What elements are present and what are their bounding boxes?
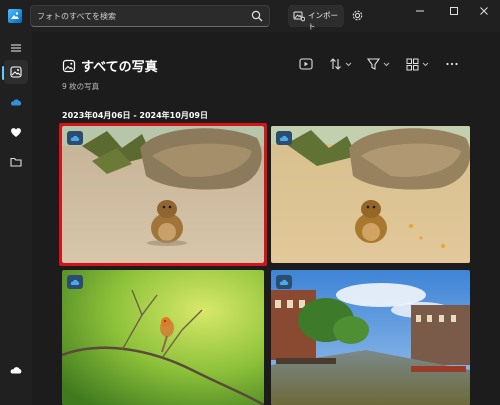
- date-range-header: 2023年04月06日 - 2024年10月09日: [62, 111, 208, 120]
- menu-button[interactable]: [4, 36, 28, 60]
- main-content: すべての写真 9 枚の写真 2023年04月06日 - 2024年10月09日: [32, 32, 500, 405]
- import-icon: [293, 11, 305, 22]
- nav-all-photos[interactable]: [4, 60, 28, 84]
- cloud-status-badge: [67, 275, 83, 289]
- photo-tile-bird[interactable]: [62, 270, 264, 405]
- nav-onedrive[interactable]: [4, 90, 28, 114]
- cloud-icon: [10, 99, 22, 106]
- heart-icon: [11, 128, 21, 137]
- photo-tile-squirrel[interactable]: [62, 126, 264, 263]
- photos-icon: [10, 66, 22, 78]
- canal-photo: [271, 270, 470, 405]
- slideshow-icon[interactable]: [298, 56, 314, 72]
- filter-icon[interactable]: [366, 56, 396, 72]
- hamburger-menu-icon: [11, 44, 21, 52]
- bird-photo: [62, 270, 264, 405]
- search-input[interactable]: [37, 8, 237, 24]
- cloud-icon: [279, 279, 289, 285]
- squirrel-photo: [271, 126, 470, 263]
- folder-icon: [10, 157, 22, 167]
- nav-favorites[interactable]: [4, 120, 28, 144]
- cloud-icon: [70, 279, 80, 285]
- photo-count: 9 枚の写真: [62, 82, 100, 91]
- nav-cloud-bottom[interactable]: [4, 358, 28, 382]
- photo-tile-squirrel-2[interactable]: [271, 126, 470, 263]
- search-box[interactable]: [30, 5, 270, 27]
- photos-app-icon: [8, 9, 22, 23]
- maximize-icon: [450, 7, 458, 15]
- sort-icon[interactable]: [328, 56, 358, 72]
- page-title: すべての写真: [81, 60, 158, 75]
- import-label: インポート: [308, 11, 338, 31]
- cloud-status-badge: [276, 275, 292, 289]
- view-layout-icon[interactable]: [405, 56, 435, 72]
- navigation-rail: [0, 32, 32, 405]
- cloud-status-badge: [276, 131, 292, 145]
- close-button[interactable]: [468, 0, 500, 22]
- more-icon[interactable]: [444, 56, 460, 72]
- cloud-icon: [70, 135, 80, 141]
- gear-icon[interactable]: [351, 9, 364, 22]
- squirrel-photo: [62, 126, 264, 263]
- photos-icon: [62, 59, 76, 73]
- search-icon[interactable]: [251, 10, 263, 22]
- cloud-status-badge: [67, 131, 83, 145]
- close-icon: [480, 7, 488, 15]
- title-bar: インポート: [0, 0, 500, 32]
- import-button[interactable]: インポート: [288, 5, 344, 31]
- photo-tile-canal[interactable]: [271, 270, 470, 405]
- nav-folders[interactable]: [4, 150, 28, 174]
- minimize-icon: [416, 10, 424, 12]
- cloud-icon: [279, 135, 289, 141]
- maximize-button[interactable]: [438, 0, 470, 22]
- cloud-icon: [10, 367, 22, 374]
- minimize-button[interactable]: [404, 0, 436, 22]
